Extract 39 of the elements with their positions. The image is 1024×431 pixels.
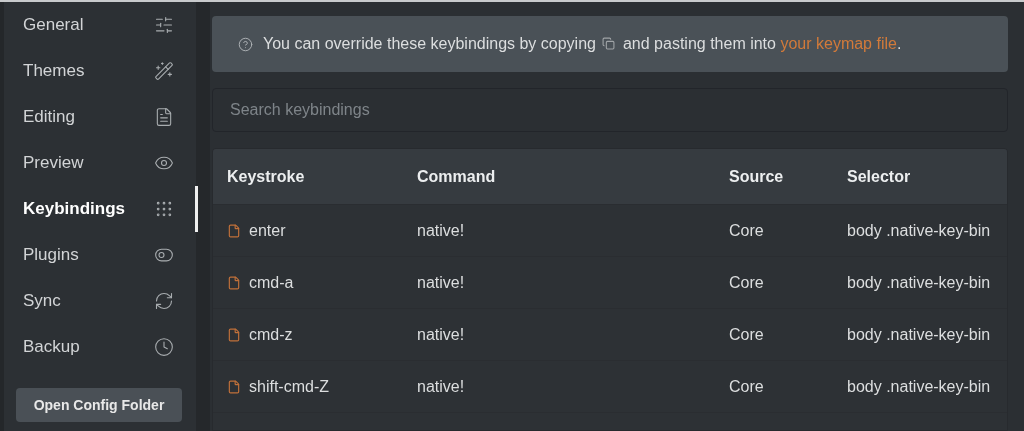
- sidebar-item[interactable]: General: [4, 2, 196, 48]
- table-cell-text: body .native-key-bin: [847, 325, 992, 344]
- sidebar-item[interactable]: Sync: [4, 278, 196, 324]
- help-icon: [238, 36, 253, 52]
- open-config-folder-button[interactable]: Open Config Folder: [16, 388, 182, 422]
- search-field[interactable]: Search keybindings: [212, 88, 1008, 132]
- magic-wand-icon: [154, 61, 174, 81]
- sidebar-item[interactable]: Themes: [4, 48, 196, 94]
- column-header: Keystroke: [227, 167, 306, 186]
- table-cell-text: native!: [417, 325, 466, 344]
- document-icon: [154, 107, 174, 127]
- column-header: Command: [417, 167, 497, 186]
- column-header: Selector: [847, 167, 912, 186]
- sidebar-item[interactable]: Keybindings: [4, 186, 196, 232]
- table-cell-text: Core: [729, 273, 765, 292]
- table-cell-text: body .native-key-bin: [847, 221, 992, 240]
- table-cell-text: Core: [729, 221, 765, 240]
- sidebar-item[interactable]: Backup: [4, 324, 196, 370]
- selection-indicator: [195, 186, 198, 232]
- clock-icon: [154, 337, 174, 357]
- sliders-icon: [154, 15, 174, 35]
- sync-icon: [154, 291, 174, 311]
- info-text: You can override these keybindings by copying and pasting them into your keymap file.: [263, 35, 902, 53]
- table-cell-text: native!: [417, 273, 466, 292]
- table-cell: enter: [227, 221, 417, 240]
- table-cell-text: body .native-key-bin: [847, 273, 992, 292]
- table-cell-text: body .native-key-bin: [847, 377, 992, 396]
- table-cell: cmd-a: [227, 273, 417, 292]
- table-cell-text: Core: [729, 377, 765, 396]
- column-header: Source: [729, 167, 785, 186]
- sidebar-item[interactable]: Editing: [4, 94, 196, 140]
- sidebar-item[interactable]: Preview: [4, 140, 196, 186]
- table-cell-text: native!: [417, 221, 466, 240]
- table-cell: cmd-z: [227, 325, 417, 344]
- table-cell-text: native!: [417, 377, 466, 396]
- sidebar-item[interactable]: Plugins: [4, 232, 196, 278]
- table-cell: shift-cmd-Z: [227, 377, 417, 396]
- dot-grid-icon: [154, 199, 174, 219]
- table-cell-text: Core: [729, 325, 765, 344]
